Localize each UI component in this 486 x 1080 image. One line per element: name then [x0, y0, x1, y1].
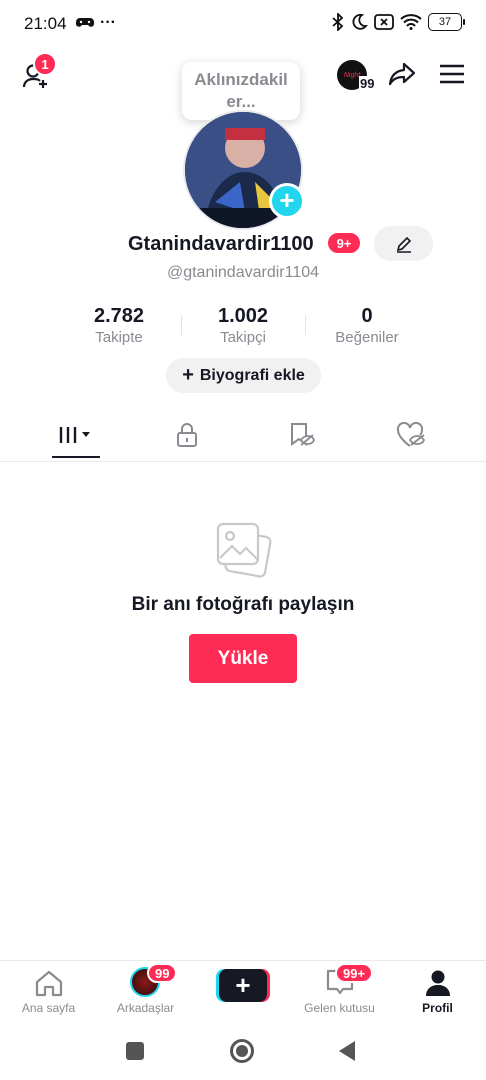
plus-icon: +: [182, 364, 194, 386]
friends-badge: 99: [147, 963, 178, 983]
stat-likes-label: Beğeniler: [335, 329, 399, 346]
active-tab-indicator: [52, 456, 100, 458]
pencil-icon: [396, 236, 411, 253]
bottom-navigation: Ana sayfa 99 Arkadaşlar + 99+ Gelen kutu…: [0, 960, 486, 1022]
nav-friends-label: Arkadaşlar: [116, 1001, 175, 1015]
photos-icon: [216, 522, 272, 578]
stat-following[interactable]: 2.782 Takipte: [59, 305, 179, 346]
nav-inbox-label: Gelen kutusu: [304, 1001, 375, 1015]
nav-home-label: Ana sayfa: [21, 1001, 76, 1015]
username-badge: 9+: [326, 231, 362, 255]
story-count: 99: [359, 76, 376, 91]
menu-button[interactable]: [436, 60, 468, 88]
no-sim-icon: [374, 14, 394, 30]
stat-divider: [305, 315, 306, 335]
add-friend-badge: 1: [33, 52, 57, 76]
user-handle: @gtanindavardir1104: [166, 264, 320, 281]
username: Gtanindavardir1100: [128, 233, 314, 255]
stat-likes-value: 0: [361, 305, 373, 327]
create-button: +: [216, 969, 270, 1002]
stat-followers-value: 1.002: [217, 305, 269, 327]
heart-hidden-icon: [396, 422, 425, 447]
back-button[interactable]: [338, 1040, 356, 1062]
bluetooth-icon: [332, 13, 344, 31]
battery-indicator: 37: [428, 13, 465, 31]
stat-following-value: 2.782: [93, 305, 145, 327]
nav-friends[interactable]: 99 Arkadaşlar: [97, 961, 194, 1023]
grid-icon: [59, 427, 90, 443]
wifi-icon: [400, 14, 422, 30]
profile-icon: [426, 970, 450, 996]
profile-stats: 2.782 Takipte 1.002 Takipçi 0 Beğeniler: [0, 305, 486, 349]
empty-state-text: Bir anı fotoğrafı paylaşın: [131, 594, 355, 615]
profile-tabs: [0, 410, 486, 462]
bookmark-hidden-icon: [290, 423, 315, 446]
moon-icon: [352, 13, 368, 30]
nav-create[interactable]: +: [194, 961, 291, 1023]
stat-following-label: Takipte: [95, 329, 143, 346]
stat-likes[interactable]: 0 Beğeniler: [307, 305, 427, 346]
add-bio-button[interactable]: + Biyografi ekle: [166, 358, 321, 393]
plus-icon: +: [219, 969, 267, 1002]
stat-followers[interactable]: 1.002 Takipçi: [183, 305, 303, 346]
tab-saved[interactable]: [240, 410, 361, 460]
edit-profile-button[interactable]: [374, 226, 433, 261]
system-navigation-bar: [0, 1022, 486, 1080]
add-avatar-button[interactable]: +: [269, 183, 305, 219]
hamburger-menu-icon: [440, 64, 464, 84]
note-bubble-line1: Aklınızdakil: [194, 70, 288, 89]
tab-private[interactable]: [126, 410, 247, 460]
upload-button[interactable]: Yükle: [189, 634, 297, 683]
nav-home[interactable]: Ana sayfa: [0, 961, 97, 1023]
nav-profile[interactable]: Profil: [389, 961, 486, 1023]
add-bio-label: Biyografi ekle: [199, 366, 305, 384]
status-bar: 21:04 ··· 37: [0, 0, 486, 46]
home-button[interactable]: [230, 1039, 254, 1063]
share-icon: [388, 62, 416, 86]
game-controller-icon: [76, 18, 94, 27]
recents-button[interactable]: [126, 1042, 144, 1060]
inbox-badge: 99+: [335, 963, 374, 983]
story-avatar-button[interactable]: Night 99: [337, 60, 377, 94]
lock-icon: [176, 423, 197, 447]
stat-divider: [181, 315, 182, 335]
nav-inbox[interactable]: 99+ Gelen kutusu: [291, 961, 388, 1023]
share-button[interactable]: [386, 58, 418, 90]
tab-videos[interactable]: [15, 410, 136, 460]
stat-followers-label: Takipçi: [220, 329, 266, 346]
tab-liked[interactable]: [350, 410, 471, 460]
nav-profile-label: Profil: [422, 1001, 453, 1015]
status-time: 21:04: [24, 14, 67, 33]
status-dots: ···: [100, 14, 116, 31]
home-icon: [35, 970, 63, 997]
